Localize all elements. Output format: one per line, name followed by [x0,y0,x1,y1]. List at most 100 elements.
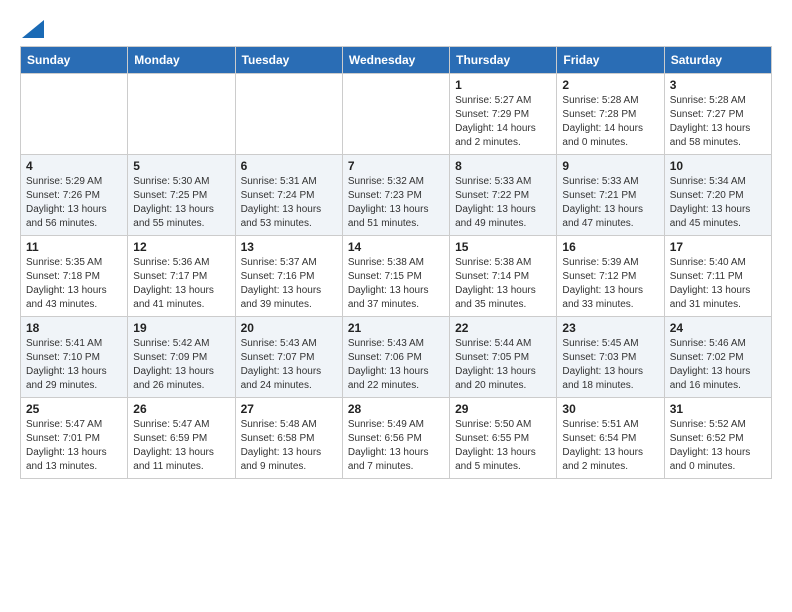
day-detail: Sunrise: 5:39 AM Sunset: 7:12 PM Dayligh… [562,256,658,312]
day-detail: Sunrise: 5:47 AM Sunset: 7:01 PM Dayligh… [26,418,122,474]
day-detail: Sunrise: 5:35 AM Sunset: 7:18 PM Dayligh… [26,256,122,312]
weekday-header-monday: Monday [128,47,235,74]
calendar-cell: 25 Sunrise: 5:47 AM Sunset: 7:01 PM Dayli… [21,398,128,479]
calendar-week-5: 25 Sunrise: 5:47 AM Sunset: 7:01 PM Dayli… [21,398,772,479]
weekday-header-saturday: Saturday [664,47,771,74]
day-detail: Sunrise: 5:40 AM Sunset: 7:11 PM Dayligh… [670,256,766,312]
weekday-header-friday: Friday [557,47,664,74]
day-number: 1 [455,78,551,92]
day-number: 27 [241,402,337,416]
calendar-cell: 16 Sunrise: 5:39 AM Sunset: 7:12 PM Dayli… [557,236,664,317]
day-detail: Sunrise: 5:36 AM Sunset: 7:17 PM Dayligh… [133,256,229,312]
calendar-body: 1 Sunrise: 5:27 AM Sunset: 7:29 PM Daylig… [21,74,772,479]
calendar-week-2: 4 Sunrise: 5:29 AM Sunset: 7:26 PM Daylig… [21,155,772,236]
day-number: 17 [670,240,766,254]
calendar-cell: 13 Sunrise: 5:37 AM Sunset: 7:16 PM Dayli… [235,236,342,317]
logo-icon [22,20,44,38]
calendar-cell: 17 Sunrise: 5:40 AM Sunset: 7:11 PM Dayli… [664,236,771,317]
day-detail: Sunrise: 5:38 AM Sunset: 7:15 PM Dayligh… [348,256,444,312]
calendar-cell: 27Sunrise: 5:48 AM Sunset: 6:58 PM Dayli… [235,398,342,479]
weekday-header-thursday: Thursday [450,47,557,74]
calendar-cell: 8 Sunrise: 5:33 AM Sunset: 7:22 PM Daylig… [450,155,557,236]
weekday-header-tuesday: Tuesday [235,47,342,74]
weekday-header-sunday: Sunday [21,47,128,74]
day-number: 26 [133,402,229,416]
weekday-header-row: SundayMondayTuesdayWednesdayThursdayFrid… [21,47,772,74]
calendar-week-1: 1 Sunrise: 5:27 AM Sunset: 7:29 PM Daylig… [21,74,772,155]
day-number: 8 [455,159,551,173]
calendar-cell: 10 Sunrise: 5:34 AM Sunset: 7:20 PM Dayli… [664,155,771,236]
day-number: 23 [562,321,658,335]
day-number: 10 [670,159,766,173]
day-detail: Sunrise: 5:47 AM Sunset: 6:59 PM Dayligh… [133,418,229,474]
day-detail: Sunrise: 5:33 AM Sunset: 7:22 PM Dayligh… [455,175,551,231]
day-detail: Sunrise: 5:43 AM Sunset: 7:07 PM Dayligh… [241,337,337,393]
calendar-cell: 5 Sunrise: 5:30 AM Sunset: 7:25 PM Daylig… [128,155,235,236]
day-number: 25 [26,402,122,416]
day-detail: Sunrise: 5:42 AM Sunset: 7:09 PM Dayligh… [133,337,229,393]
calendar-cell: 2Sunrise: 5:28 AM Sunset: 7:28 PM Daylig… [557,74,664,155]
day-number: 20 [241,321,337,335]
calendar-cell: 1 Sunrise: 5:27 AM Sunset: 7:29 PM Daylig… [450,74,557,155]
day-number: 3 [670,78,766,92]
day-detail: Sunrise: 5:31 AM Sunset: 7:24 PM Dayligh… [241,175,337,231]
calendar-cell: 29Sunrise: 5:50 AM Sunset: 6:55 PM Dayli… [450,398,557,479]
day-number: 22 [455,321,551,335]
calendar-cell: 3 Sunrise: 5:28 AM Sunset: 7:27 PM Daylig… [664,74,771,155]
day-detail: Sunrise: 5:33 AM Sunset: 7:21 PM Dayligh… [562,175,658,231]
calendar-cell: 11 Sunrise: 5:35 AM Sunset: 7:18 PM Dayli… [21,236,128,317]
day-number: 30 [562,402,658,416]
day-number: 9 [562,159,658,173]
calendar-table: SundayMondayTuesdayWednesdayThursdayFrid… [20,46,772,479]
calendar-cell: 6 Sunrise: 5:31 AM Sunset: 7:24 PM Daylig… [235,155,342,236]
day-detail: Sunrise: 5:52 AM Sunset: 6:52 PM Dayligh… [670,418,766,474]
day-detail: Sunrise: 5:29 AM Sunset: 7:26 PM Dayligh… [26,175,122,231]
day-detail: Sunrise: 5:28 AM Sunset: 7:28 PM Dayligh… [562,94,658,150]
calendar-cell: 20 Sunrise: 5:43 AM Sunset: 7:07 PM Dayli… [235,317,342,398]
day-detail: Sunrise: 5:30 AM Sunset: 7:25 PM Dayligh… [133,175,229,231]
day-number: 31 [670,402,766,416]
page-header [20,20,772,36]
calendar-cell [235,74,342,155]
calendar-cell [128,74,235,155]
day-number: 16 [562,240,658,254]
calendar-cell: 28Sunrise: 5:49 AM Sunset: 6:56 PM Dayli… [342,398,449,479]
logo [20,20,44,36]
day-detail: Sunrise: 5:32 AM Sunset: 7:23 PM Dayligh… [348,175,444,231]
day-detail: Sunrise: 5:37 AM Sunset: 7:16 PM Dayligh… [241,256,337,312]
day-detail: Sunrise: 5:46 AM Sunset: 7:02 PM Dayligh… [670,337,766,393]
calendar-cell: 14 Sunrise: 5:38 AM Sunset: 7:15 PM Dayli… [342,236,449,317]
day-detail: Sunrise: 5:28 AM Sunset: 7:27 PM Dayligh… [670,94,766,150]
calendar-cell: 30 Sunrise: 5:51 AM Sunset: 6:54 PM Dayli… [557,398,664,479]
day-detail: Sunrise: 5:34 AM Sunset: 7:20 PM Dayligh… [670,175,766,231]
day-detail: Sunrise: 5:45 AM Sunset: 7:03 PM Dayligh… [562,337,658,393]
day-number: 29 [455,402,551,416]
calendar-cell: 15Sunrise: 5:38 AM Sunset: 7:14 PM Dayli… [450,236,557,317]
calendar-cell: 24Sunrise: 5:46 AM Sunset: 7:02 PM Dayli… [664,317,771,398]
day-number: 14 [348,240,444,254]
day-number: 12 [133,240,229,254]
day-number: 11 [26,240,122,254]
calendar-cell [21,74,128,155]
day-detail: Sunrise: 5:44 AM Sunset: 7:05 PM Dayligh… [455,337,551,393]
day-number: 4 [26,159,122,173]
day-number: 7 [348,159,444,173]
day-number: 6 [241,159,337,173]
day-number: 13 [241,240,337,254]
day-detail: Sunrise: 5:38 AM Sunset: 7:14 PM Dayligh… [455,256,551,312]
calendar-cell: 7 Sunrise: 5:32 AM Sunset: 7:23 PM Daylig… [342,155,449,236]
calendar-cell: 23 Sunrise: 5:45 AM Sunset: 7:03 PM Dayli… [557,317,664,398]
weekday-header-wednesday: Wednesday [342,47,449,74]
day-number: 5 [133,159,229,173]
calendar-week-4: 18Sunrise: 5:41 AM Sunset: 7:10 PM Dayli… [21,317,772,398]
calendar-cell: 18Sunrise: 5:41 AM Sunset: 7:10 PM Dayli… [21,317,128,398]
day-detail: Sunrise: 5:27 AM Sunset: 7:29 PM Dayligh… [455,94,551,150]
calendar-cell: 9 Sunrise: 5:33 AM Sunset: 7:21 PM Daylig… [557,155,664,236]
calendar-cell: 4 Sunrise: 5:29 AM Sunset: 7:26 PM Daylig… [21,155,128,236]
day-detail: Sunrise: 5:51 AM Sunset: 6:54 PM Dayligh… [562,418,658,474]
calendar-cell: 22 Sunrise: 5:44 AM Sunset: 7:05 PM Dayli… [450,317,557,398]
day-detail: Sunrise: 5:41 AM Sunset: 7:10 PM Dayligh… [26,337,122,393]
calendar-cell: 19Sunrise: 5:42 AM Sunset: 7:09 PM Dayli… [128,317,235,398]
calendar-cell: 26 Sunrise: 5:47 AM Sunset: 6:59 PM Dayli… [128,398,235,479]
day-detail: Sunrise: 5:49 AM Sunset: 6:56 PM Dayligh… [348,418,444,474]
